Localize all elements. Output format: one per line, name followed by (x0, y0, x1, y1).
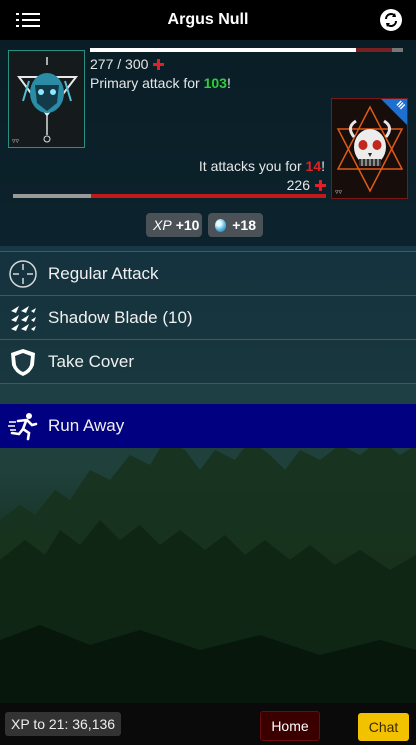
enemy-hp-text: 226 (287, 177, 326, 193)
home-button[interactable]: Home (260, 711, 320, 741)
run-away-button[interactable]: Run Away (0, 404, 416, 448)
top-bar: Argus Null (0, 0, 416, 40)
blade-icon (11, 305, 36, 331)
health-cross-icon (315, 180, 326, 191)
xp-to-level: XP to 21: 36,136 (5, 712, 122, 736)
bottom-bar: XP to 21: 36,136 Home Chat (0, 703, 416, 745)
xp-icon: XP (153, 217, 172, 233)
player-hp-bar (90, 48, 403, 52)
damage-dealt: 103 (203, 75, 227, 91)
enemy-portrait[interactable]: III ▿▿ (331, 98, 408, 199)
player-tier-icon: ▿▿ (12, 138, 20, 145)
crosshair-icon (9, 259, 37, 288)
player-attack-message: Primary attack for 103! (90, 75, 231, 91)
health-cross-icon (153, 59, 165, 70)
regular-attack-button[interactable]: Regular Attack (0, 251, 416, 295)
enemy-attack-message: It attacks you for 14! (198, 158, 325, 174)
refresh-icon[interactable] (380, 9, 402, 31)
player-hp-text: 277 / 300 (90, 56, 165, 72)
battle-panel: ▿▿ 277 / 300 Primary attack for 103! III… (0, 40, 416, 246)
page-title: Argus Null (167, 11, 249, 28)
shadow-blade-button[interactable]: Shadow Blade (10) (0, 295, 416, 339)
action-list: Regular Attack Shadow Blade (10) Take Co… (0, 251, 416, 448)
gem-reward-badge: +18 (208, 213, 263, 237)
player-hp-fill (90, 48, 356, 52)
shield-icon (11, 348, 35, 376)
xp-reward-badge: XP +10 (146, 213, 202, 237)
enemy-hp-bar (13, 194, 326, 198)
damage-taken: 14 (305, 158, 322, 174)
enemy-hp-fill (91, 194, 326, 198)
gem-icon (215, 218, 227, 232)
take-cover-button[interactable]: Take Cover (0, 339, 416, 383)
player-portrait[interactable]: ▿▿ (8, 50, 85, 148)
running-man-icon (8, 413, 38, 441)
enemy-tier-icon: ▿▿ (335, 189, 343, 196)
menu-icon[interactable] (16, 12, 40, 28)
chat-button[interactable]: Chat (358, 713, 409, 741)
